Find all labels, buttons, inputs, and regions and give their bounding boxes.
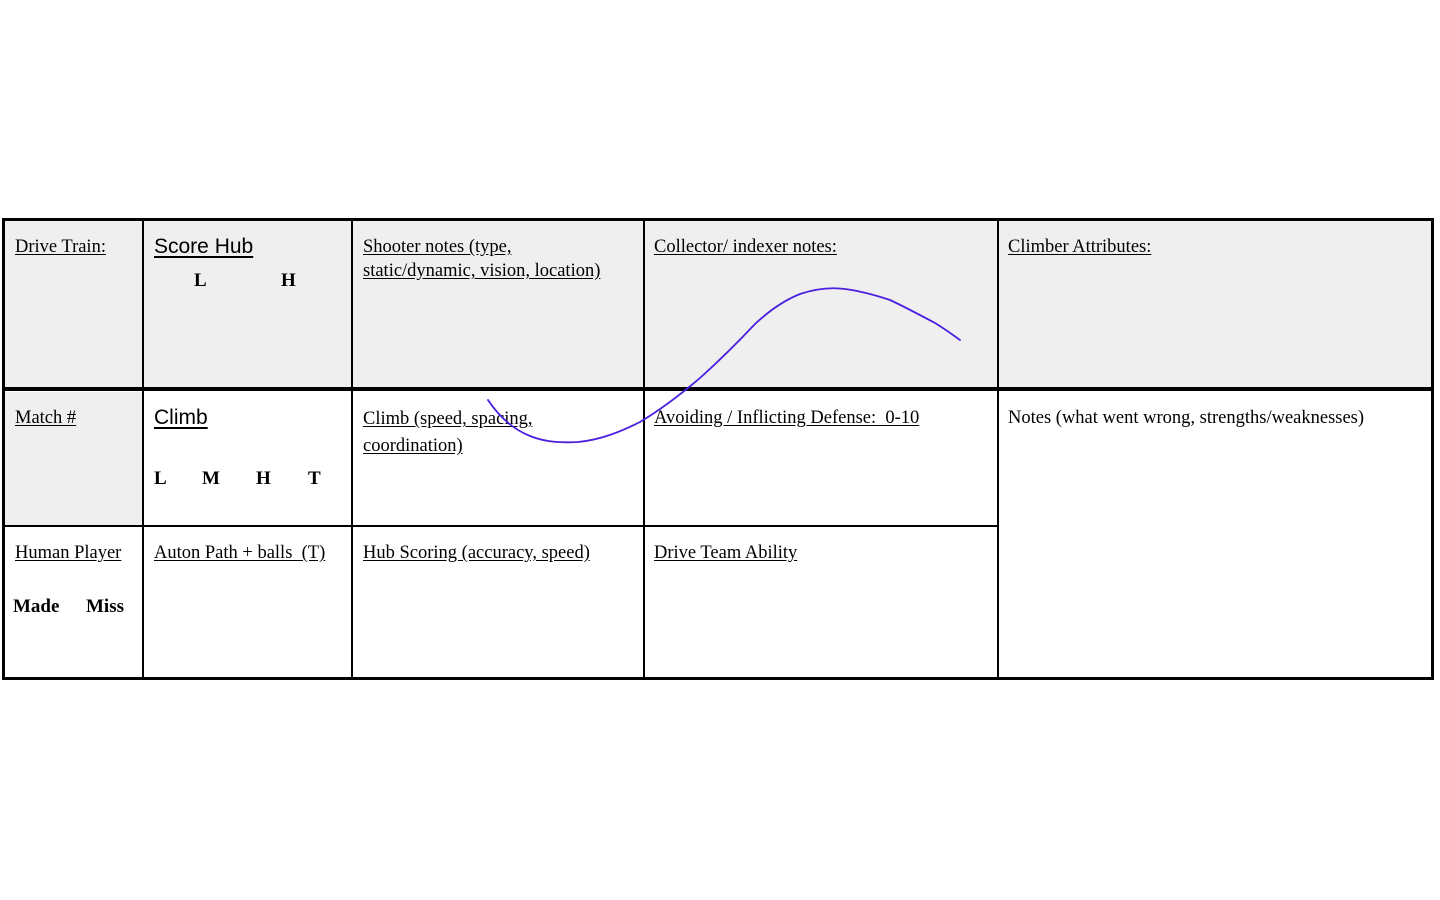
- table-border: [2, 218, 1434, 680]
- scouting-sheet: Drive Train: Score Hub L H Shooter notes…: [0, 0, 1440, 900]
- row-divider: [2, 525, 998, 527]
- col-divider-1: [142, 218, 144, 680]
- col-divider-3: [643, 218, 645, 680]
- header-divider: [2, 387, 1434, 391]
- col-divider-2: [351, 218, 353, 680]
- col-divider-4: [997, 218, 999, 680]
